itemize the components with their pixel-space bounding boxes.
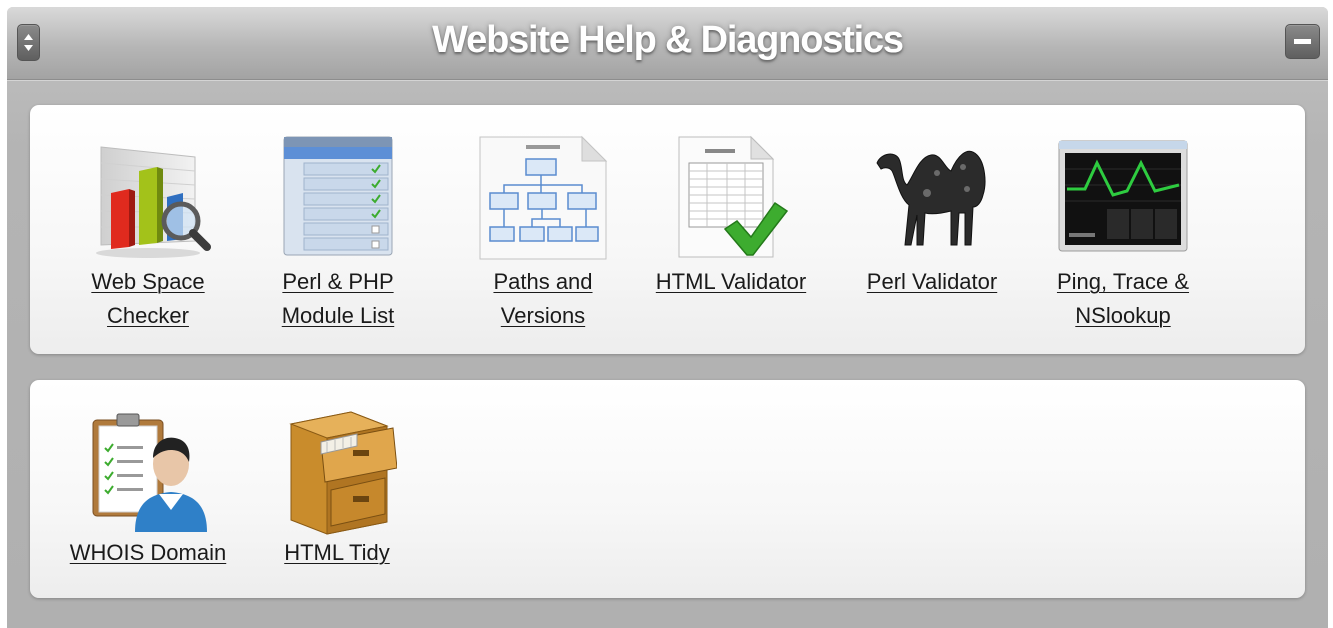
title-bar: Website Help & Diagnostics bbox=[7, 7, 1328, 80]
tool-whois-domain[interactable]: WHOIS Domain bbox=[58, 406, 238, 586]
minimize-icon bbox=[1294, 39, 1311, 44]
label-perl-validator: Perl Validator bbox=[866, 269, 998, 294]
label-ping-line2: NSlookup bbox=[1075, 303, 1171, 328]
label-module-list-line2: Module List bbox=[281, 303, 395, 328]
tool-ping-trace-nslookup[interactable]: Ping, Trace & NSlookup bbox=[1038, 133, 1208, 333]
clipboard-person-icon bbox=[92, 413, 207, 532]
diagnostics-widget: Website Help & Diagnostics Web Space Che… bbox=[7, 7, 1328, 628]
label-module-list-line1: Perl & PHP bbox=[282, 269, 394, 294]
checked-document-icon bbox=[678, 135, 789, 258]
bar-chart-magnifier-icon bbox=[96, 146, 211, 258]
label-html-validator: HTML Validator bbox=[655, 269, 807, 294]
label-paths-line2: Versions bbox=[500, 303, 586, 328]
minimize-button[interactable] bbox=[1285, 24, 1320, 59]
tool-web-space-checker[interactable]: Web Space Checker bbox=[78, 133, 218, 333]
module-list-icon bbox=[283, 136, 393, 256]
flowchart-document-icon bbox=[479, 135, 608, 260]
label-web-space-line1: Web Space bbox=[91, 269, 205, 294]
network-monitor-icon bbox=[1058, 140, 1188, 252]
file-cabinet-icon bbox=[289, 411, 397, 535]
label-web-space-line2: Checker bbox=[107, 303, 189, 328]
label-whois: WHOIS Domain bbox=[69, 540, 227, 565]
tools-panel-2: WHOIS Domain HTML Tidy bbox=[30, 380, 1305, 598]
tool-html-tidy[interactable]: HTML Tidy bbox=[272, 406, 402, 586]
page-title: Website Help & Diagnostics bbox=[432, 19, 904, 61]
label-paths-line1: Paths and bbox=[493, 269, 593, 294]
tool-perl-validator[interactable]: Perl Validator bbox=[852, 133, 1012, 333]
label-ping-line1: Ping, Trace & bbox=[1056, 269, 1190, 294]
tool-paths-and-versions[interactable]: Paths and Versions bbox=[473, 133, 613, 333]
camel-icon bbox=[876, 150, 986, 246]
label-html-tidy: HTML Tidy bbox=[284, 540, 390, 565]
tool-perl-php-module-list[interactable]: Perl & PHP Module List bbox=[268, 133, 408, 333]
tools-panel-1: Web Space Checker Perl & PHP Module List… bbox=[30, 105, 1305, 354]
tool-html-validator[interactable]: HTML Validator bbox=[646, 133, 816, 333]
